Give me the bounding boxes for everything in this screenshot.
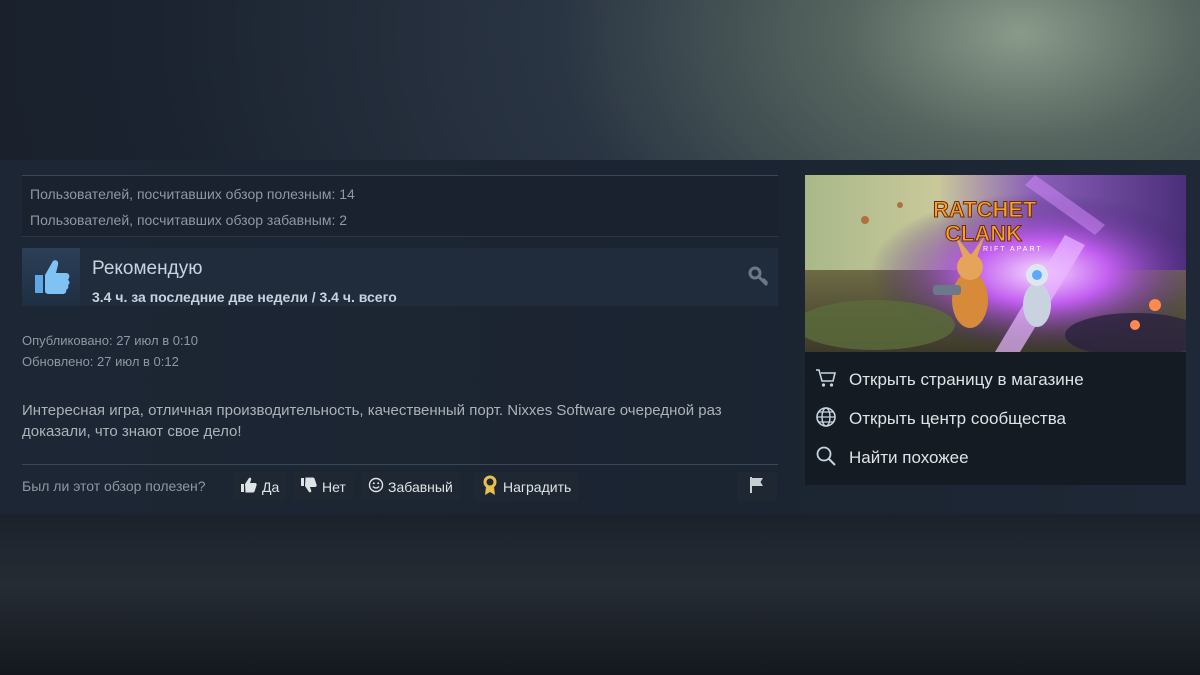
open-community-label: Открыть центр сообщества — [849, 409, 1067, 428]
find-similar-label: Найти похожее — [849, 448, 969, 467]
funny-count: Пользователей, посчитавших обзор забавны… — [30, 212, 348, 228]
game-logo-line1: RATCHET — [933, 197, 1037, 222]
helpful-count: Пользователей, посчитавших обзор полезны… — [30, 186, 355, 202]
open-community-link[interactable]: Открыть центр сообщества — [815, 406, 1067, 433]
page-background-bottom — [0, 514, 1200, 675]
review-vote-summary: Пользователей, посчитавших обзор полезны… — [22, 175, 778, 237]
report-button[interactable] — [737, 472, 777, 501]
divider — [22, 464, 778, 465]
thumbs-up-icon — [22, 248, 80, 306]
smiley-icon — [368, 477, 384, 496]
game-logo-line3: RIFT APART — [983, 246, 1043, 253]
cart-icon — [815, 368, 837, 393]
game-logo-line2: CLANK — [945, 221, 1022, 246]
vote-no-button[interactable]: Нет — [293, 472, 353, 501]
award-button[interactable]: Наградить — [474, 472, 579, 501]
search-icon — [815, 445, 837, 472]
find-similar-link[interactable]: Найти похожее — [815, 446, 969, 470]
vote-yes-label: Да — [262, 478, 280, 495]
vote-no-label: Нет — [322, 478, 346, 495]
key-icon — [748, 266, 770, 293]
award-icon — [481, 474, 499, 499]
review-header[interactable]: Рекомендую 3.4 ч. за последние две недел… — [22, 248, 778, 306]
award-label: Наградить — [503, 478, 572, 495]
vote-funny-button[interactable]: Забавный — [361, 472, 460, 501]
globe-icon — [815, 406, 837, 433]
game-sidebar: RATCHET CLANK RIFT APART Открыть страниц… — [805, 175, 1186, 485]
posted-date: Опубликовано: 27 июл в 0:10 — [22, 333, 199, 348]
helpful-question: Был ли этот обзор полезен? — [22, 478, 206, 494]
vote-funny-label: Забавный — [388, 478, 453, 495]
playtime: 3.4 ч. за последние две недели / 3.4 ч. … — [92, 289, 397, 305]
flag-icon — [748, 476, 766, 497]
thumbs-up-icon — [240, 477, 258, 496]
thumbs-down-icon — [300, 477, 318, 496]
review-body: Интересная игра, отличная производительн… — [22, 402, 722, 440]
game-capsule-image[interactable]: RATCHET CLANK RIFT APART — [805, 175, 1186, 352]
recommendation-label: Рекомендую — [92, 258, 203, 279]
open-store-link[interactable]: Открыть страницу в магазине — [815, 368, 1084, 392]
updated-date: Обновлено: 27 июл в 0:12 — [22, 354, 179, 369]
open-store-label: Открыть страницу в магазине — [849, 370, 1084, 389]
vote-yes-button[interactable]: Да — [233, 472, 287, 501]
